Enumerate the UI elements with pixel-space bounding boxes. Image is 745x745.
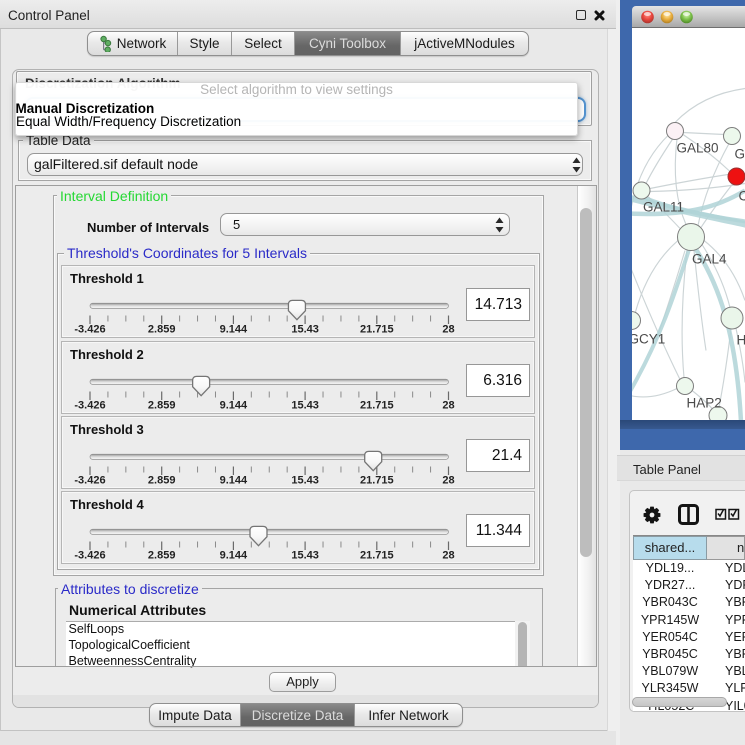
svg-text:GAL80: GAL80 bbox=[677, 140, 719, 155]
svg-text:21.715: 21.715 bbox=[360, 324, 394, 336]
svg-text:HAP2: HAP2 bbox=[687, 395, 722, 410]
svg-text:28: 28 bbox=[442, 550, 454, 562]
svg-text:28: 28 bbox=[442, 475, 454, 487]
svg-text:-3.426: -3.426 bbox=[74, 475, 105, 487]
svg-text:CY: CY bbox=[739, 188, 745, 203]
svg-text:21.715: 21.715 bbox=[360, 550, 394, 562]
svg-text:GA: GA bbox=[735, 146, 745, 161]
svg-text:21.715: 21.715 bbox=[360, 400, 394, 412]
svg-text:15.43: 15.43 bbox=[291, 400, 319, 412]
svg-text:9.144: 9.144 bbox=[220, 324, 248, 336]
svg-text:2.859: 2.859 bbox=[148, 550, 176, 562]
svg-text:15.43: 15.43 bbox=[291, 324, 319, 336]
svg-text:HA: HA bbox=[737, 332, 745, 347]
svg-text:2.859: 2.859 bbox=[148, 400, 176, 412]
svg-text:15.43: 15.43 bbox=[291, 550, 319, 562]
svg-text:-3.426: -3.426 bbox=[74, 400, 105, 412]
svg-text:2.859: 2.859 bbox=[148, 475, 176, 487]
svg-text:GAL11: GAL11 bbox=[643, 199, 684, 214]
svg-text:28: 28 bbox=[442, 400, 454, 412]
svg-text:28: 28 bbox=[442, 324, 454, 336]
svg-text:2.859: 2.859 bbox=[148, 324, 176, 336]
svg-text:21.715: 21.715 bbox=[360, 475, 394, 487]
svg-text:9.144: 9.144 bbox=[220, 475, 248, 487]
svg-text:-3.426: -3.426 bbox=[74, 324, 105, 336]
svg-text:-3.426: -3.426 bbox=[74, 550, 105, 562]
svg-text:GCY1: GCY1 bbox=[632, 331, 665, 346]
svg-text:9.144: 9.144 bbox=[220, 400, 248, 412]
svg-text:15.43: 15.43 bbox=[291, 475, 319, 487]
svg-text:GAL4: GAL4 bbox=[692, 251, 727, 266]
svg-text:9.144: 9.144 bbox=[220, 550, 248, 562]
